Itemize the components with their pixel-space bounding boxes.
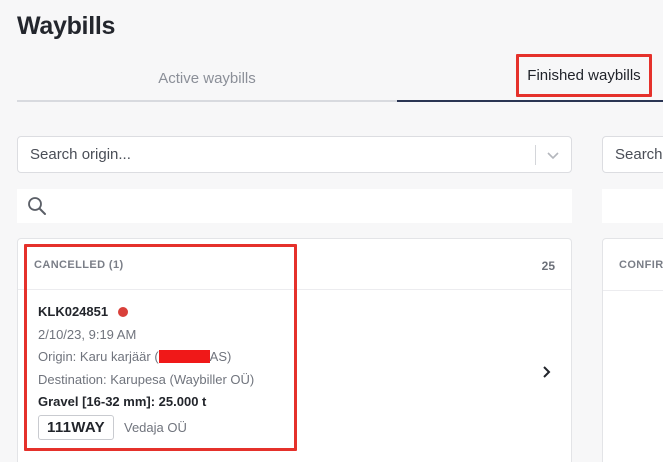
origin-select[interactable]: Search origin... — [17, 136, 572, 173]
origin-suffix: AS) — [209, 349, 232, 364]
waybills-page: Waybills Active waybills Finished waybil… — [0, 0, 663, 462]
search-input-confirmed[interactable] — [602, 189, 663, 223]
chevron-right-icon[interactable] — [541, 365, 553, 379]
status-dot — [118, 307, 128, 317]
origin-select-confirmed-placeholder: Search — [615, 146, 663, 163]
divider — [603, 290, 663, 291]
cancelled-label: CANCELLED (1) — [34, 259, 124, 271]
vehicle-plate: 111WAY — [38, 415, 114, 440]
chevron-down-icon[interactable] — [545, 147, 561, 163]
confirmed-panel: CONFIRMED — [602, 238, 663, 462]
tab-active-waybills[interactable]: Active waybills — [17, 56, 397, 102]
waybill-number: KLK024851 — [38, 304, 109, 319]
search-input[interactable] — [57, 189, 562, 223]
origin-prefix: Origin: Karu karjäär ( — [38, 349, 159, 364]
cancelled-panel-header: CANCELLED (1) 25 — [18, 239, 571, 290]
select-separator — [535, 145, 536, 165]
waybill-date: 2/10/23, 9:19 AM — [38, 327, 137, 342]
waybill-origin: Origin: Karu karjäär ( AS) — [38, 349, 231, 364]
search-box — [17, 189, 572, 223]
carrier-name: Vedaja OÜ — [124, 420, 187, 435]
cancelled-count: 25 — [541, 259, 555, 273]
redaction-block — [158, 350, 210, 363]
waybill-cargo: Gravel [16-32 mm]: 25.000 t — [38, 394, 207, 409]
waybill-card[interactable]: KLK024851 2/10/23, 9:19 AM Origin: Karu … — [38, 304, 558, 444]
origin-select-placeholder: Search origin... — [30, 146, 131, 163]
tab-finished-waybills-label[interactable]: Finished waybills — [516, 54, 652, 97]
search-icon — [28, 197, 46, 215]
origin-select-confirmed[interactable]: Search — [602, 136, 663, 173]
confirmed-label: CONFIRMED — [619, 259, 663, 271]
waybill-destination: Destination: Karupesa (Waybiller OÜ) — [38, 372, 255, 387]
page-title: Waybills — [17, 12, 116, 40]
